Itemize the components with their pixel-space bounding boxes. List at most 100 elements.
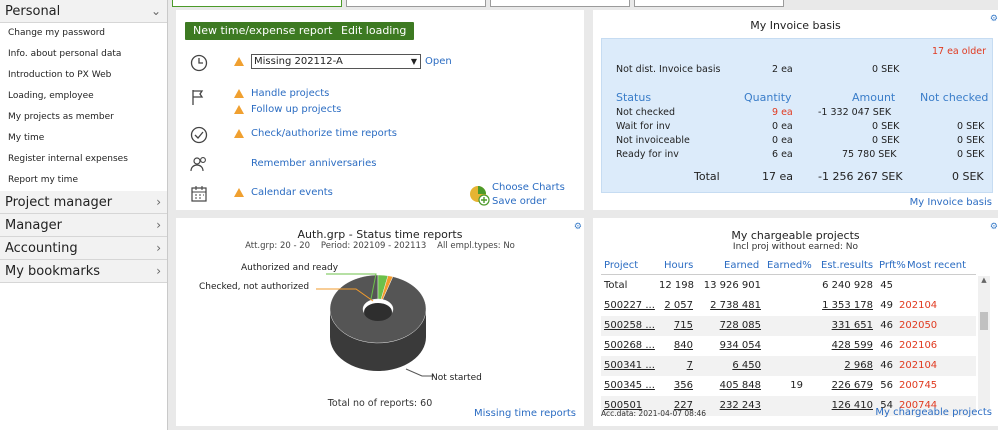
save-order-link[interactable]: Save order	[492, 196, 546, 207]
cell-est[interactable]: 226 679	[803, 380, 873, 391]
col-est-results[interactable]: Est.results	[821, 260, 873, 271]
status-label: Wait for inv	[616, 121, 671, 132]
cell-est[interactable]: 331 651	[803, 320, 873, 331]
sidebar-item-report-time[interactable]: Report my time	[0, 170, 167, 191]
choose-charts-link[interactable]: Choose Charts	[492, 182, 565, 193]
cell-earned[interactable]: 405 848	[693, 380, 761, 391]
col-hours[interactable]: Hours	[664, 260, 693, 271]
status-not-checked: 0 SEK	[957, 149, 985, 160]
follow-up-link[interactable]: Follow up projects	[251, 104, 341, 115]
total-not-checked: 0 SEK	[952, 170, 984, 183]
status-not-checked: 0 SEK	[957, 121, 985, 132]
not-dist-amount: 0 SEK	[872, 64, 900, 75]
total-label: Total	[694, 170, 720, 183]
missing-row: Missing 202112-A ▼ Open	[190, 54, 580, 76]
chart-title: Auth.grp - Status time reports	[297, 228, 463, 241]
cell-project[interactable]: 500258 ...	[604, 320, 659, 331]
open-link[interactable]: Open	[425, 56, 452, 67]
status-amount: 0 SEK	[872, 135, 900, 146]
tab-active[interactable]	[172, 0, 342, 7]
cell-hours[interactable]: 7	[659, 360, 693, 371]
tab[interactable]	[490, 0, 630, 7]
scrollbar-thumb[interactable]	[980, 312, 988, 330]
missing-time-reports-link[interactable]: Missing time reports	[474, 408, 576, 419]
cell-est[interactable]: 428 599	[803, 340, 873, 351]
sidebar-section-label: My bookmarks	[5, 264, 101, 279]
col-earned-pct[interactable]: Earned%	[767, 260, 812, 271]
anniversaries-row: Remember anniversaries	[190, 155, 580, 177]
sidebar-section-manager[interactable]: Manager ›	[0, 214, 167, 237]
status-qty: 0 ea	[772, 135, 793, 146]
cell-recent: 202104	[899, 360, 938, 371]
edit-loading-button[interactable]: Edit loading	[333, 22, 415, 40]
status-label: Not invoiceable	[616, 135, 690, 146]
cell-est[interactable]: 1 353 178	[803, 300, 873, 311]
sidebar-section-personal[interactable]: Personal ⌄	[0, 0, 167, 23]
cell-hours[interactable]: 2 057	[659, 300, 693, 311]
projects-title: My chargeable projects	[731, 229, 860, 242]
cell-earned-pct: 19	[790, 380, 803, 391]
sidebar-item-internal-expenses[interactable]: Register internal expenses	[0, 149, 167, 170]
projects-panel: ⚙ My chargeable projects Incl proj witho…	[593, 218, 998, 426]
missing-select[interactable]: Missing 202112-A ▼	[251, 54, 421, 69]
sidebar-section-accounting[interactable]: Accounting ›	[0, 237, 167, 260]
sidebar-item-intro-px-web[interactable]: Introduction to PX Web	[0, 65, 167, 86]
sidebar-item-my-time[interactable]: My time	[0, 128, 167, 149]
invoice-basis-link[interactable]: My Invoice basis	[910, 197, 992, 208]
missing-select-value: Missing 202112-A	[254, 56, 343, 67]
col-earned[interactable]: Earned	[724, 260, 759, 271]
sidebar: Personal ⌄ Change my password Info. abou…	[0, 0, 168, 430]
cell-earned: 13 926 901	[703, 280, 761, 291]
total-amount: -1 256 267 SEK	[818, 170, 903, 183]
cell-prft: 45	[880, 280, 893, 291]
cell-earned[interactable]: 728 085	[693, 320, 761, 331]
chevron-right-icon: ›	[156, 241, 161, 255]
tab[interactable]	[346, 0, 486, 7]
status-qty: 6 ea	[772, 149, 793, 160]
sidebar-item-my-projects[interactable]: My projects as member	[0, 107, 167, 128]
cell-est[interactable]: 126 410	[803, 400, 873, 411]
cell-hours[interactable]: 356	[659, 380, 693, 391]
warning-icon	[234, 57, 244, 66]
check-authorize-link[interactable]: Check/authorize time reports	[251, 128, 397, 139]
calendar-events-link[interactable]: Calendar events	[251, 187, 333, 198]
acc-data: Acc.data: 2021-04-07 08:46	[601, 409, 707, 418]
cell-prft: 56	[880, 380, 893, 391]
scrollbar[interactable]: ▲	[978, 276, 990, 409]
sidebar-item-personal-data[interactable]: Info. about personal data	[0, 44, 167, 65]
sidebar-section-project-manager[interactable]: Project manager ›	[0, 191, 167, 214]
cell-project[interactable]: 500227 ...	[604, 300, 659, 311]
cell-project[interactable]: 500268 ...	[604, 340, 659, 351]
col-most-recent[interactable]: Most recent	[907, 260, 966, 271]
status-label: Not checked	[616, 107, 676, 118]
cell-hours: 12 198	[659, 280, 694, 291]
sidebar-item-loading-employee[interactable]: Loading, employee	[0, 86, 167, 107]
new-report-button[interactable]: New time/expense report	[185, 22, 341, 40]
tab[interactable]	[634, 0, 784, 7]
cell-earned[interactable]: 6 450	[693, 360, 761, 371]
sidebar-section-bookmarks[interactable]: My bookmarks ›	[0, 260, 167, 283]
cell-project[interactable]: 500341 ...	[604, 360, 659, 371]
col-project[interactable]: Project	[604, 260, 638, 271]
cell-project[interactable]: 500345 ...	[604, 380, 659, 391]
cell-hours[interactable]: 715	[659, 320, 693, 331]
cell-earned[interactable]: 2 738 481	[693, 300, 761, 311]
sidebar-item-change-password[interactable]: Change my password	[0, 23, 167, 44]
sidebar-section-label: Personal	[5, 4, 61, 19]
sidebar-section-label: Accounting	[5, 241, 78, 256]
status-qty[interactable]: 9 ea	[772, 107, 793, 118]
chargeable-projects-link[interactable]: My chargeable projects	[875, 407, 992, 418]
status-not-checked: 0 SEK	[957, 135, 985, 146]
handle-projects-link[interactable]: Handle projects	[251, 88, 329, 99]
warning-icon	[234, 89, 244, 98]
cell-hours[interactable]: 840	[659, 340, 693, 351]
warning-icon	[234, 188, 244, 197]
col-prft-pct[interactable]: Prft%	[879, 260, 906, 271]
chart-subtitle: Att.grp: 20 - 20 Period: 202109 - 202113…	[245, 241, 515, 251]
cell-earned[interactable]: 934 054	[693, 340, 761, 351]
scroll-up-icon[interactable]: ▲	[978, 276, 990, 286]
remember-anniversaries-link[interactable]: Remember anniversaries	[251, 158, 376, 169]
total-qty: 17 ea	[762, 170, 794, 183]
older-count[interactable]: 17 ea older	[932, 46, 986, 57]
cell-est[interactable]: 2 968	[803, 360, 873, 371]
